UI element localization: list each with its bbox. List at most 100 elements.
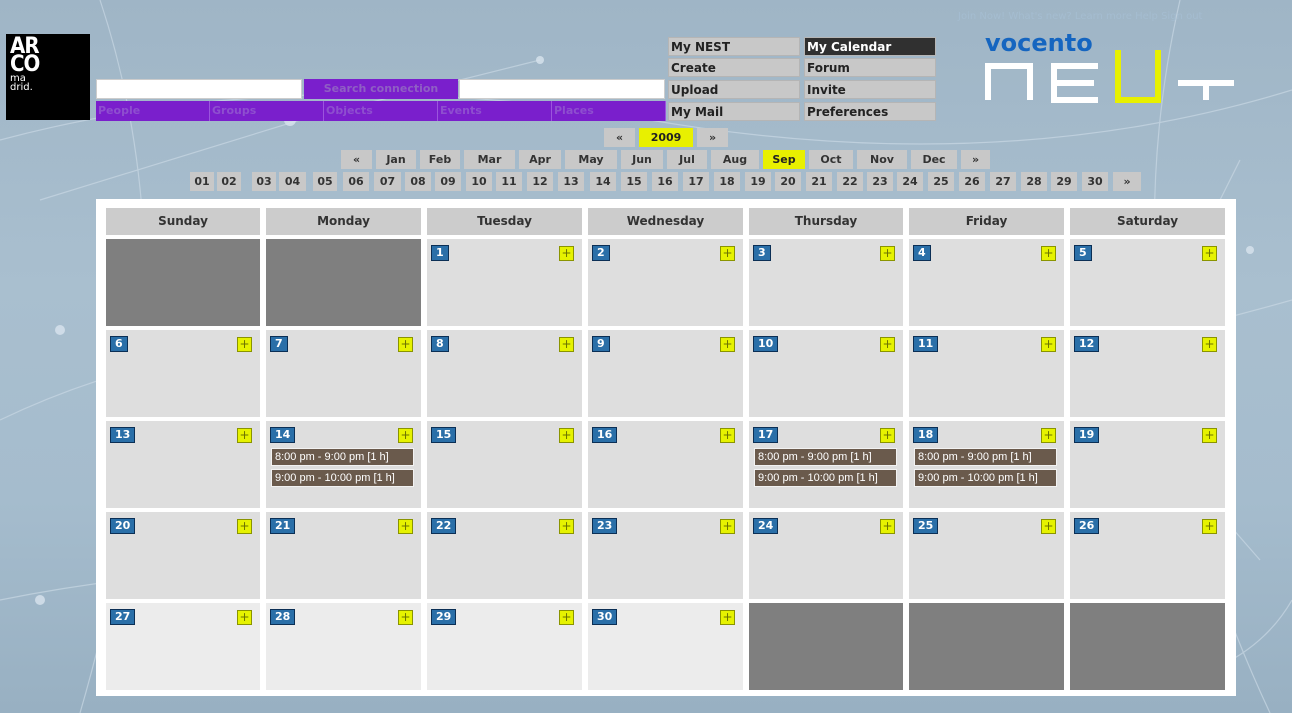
add-event-button[interactable]: + <box>398 519 413 534</box>
calendar-event[interactable]: 8:00 pm - 9:00 pm [1 h] <box>271 448 414 466</box>
day-link-08[interactable]: 08 <box>405 172 431 191</box>
calendar-day-cell[interactable]: 24 + <box>749 512 903 599</box>
add-event-button[interactable]: + <box>720 337 735 352</box>
add-event-button[interactable]: + <box>880 428 895 443</box>
day-number-badge[interactable]: 6 <box>110 336 128 352</box>
day-number-badge[interactable]: 2 <box>592 245 610 261</box>
add-event-button[interactable]: + <box>1041 428 1056 443</box>
month-jul[interactable]: Jul <box>667 150 707 169</box>
month-feb[interactable]: Feb <box>420 150 460 169</box>
day-number-badge[interactable]: 28 <box>270 609 296 625</box>
day-link-30[interactable]: 30 <box>1082 172 1108 191</box>
tab-places[interactable]: Places <box>552 101 666 121</box>
menu-my-calendar[interactable]: My Calendar <box>804 37 936 56</box>
day-next-button[interactable]: » <box>1113 172 1141 191</box>
calendar-day-cell[interactable]: 9 + <box>588 330 743 417</box>
add-event-button[interactable]: + <box>880 519 895 534</box>
add-event-button[interactable]: + <box>237 337 252 352</box>
search-input[interactable] <box>96 79 302 99</box>
day-link-01[interactable]: 01 <box>190 172 214 191</box>
day-link-14[interactable]: 14 <box>590 172 616 191</box>
add-event-button[interactable]: + <box>559 519 574 534</box>
day-link-18[interactable]: 18 <box>714 172 740 191</box>
add-event-button[interactable]: + <box>559 610 574 625</box>
menu-preferences[interactable]: Preferences <box>804 102 936 121</box>
calendar-day-cell[interactable]: 17 +8:00 pm - 9:00 pm [1 h] 9:00 pm - 10:0… <box>749 421 903 508</box>
day-number-badge[interactable]: 22 <box>431 518 457 534</box>
menu-my-mail[interactable]: My Mail <box>668 102 800 121</box>
calendar-day-cell[interactable]: 28 + <box>266 603 421 690</box>
calendar-day-cell[interactable]: 2 + <box>588 239 743 326</box>
menu-my-nest[interactable]: My NEST <box>668 37 800 56</box>
day-link-19[interactable]: 19 <box>745 172 771 191</box>
add-event-button[interactable]: + <box>1041 246 1056 261</box>
tab-groups[interactable]: Groups <box>210 101 324 121</box>
day-number-badge[interactable]: 7 <box>270 336 288 352</box>
day-link-26[interactable]: 26 <box>959 172 985 191</box>
day-number-badge[interactable]: 14 <box>270 427 296 443</box>
menu-forum[interactable]: Forum <box>804 58 936 77</box>
menu-invite[interactable]: Invite <box>804 80 936 99</box>
day-number-badge[interactable]: 11 <box>913 336 939 352</box>
day-link-02[interactable]: 02 <box>217 172 241 191</box>
day-link-25[interactable]: 25 <box>928 172 954 191</box>
day-number-badge[interactable]: 1 <box>431 245 449 261</box>
tab-events[interactable]: Events <box>438 101 552 121</box>
day-number-badge[interactable]: 16 <box>592 427 618 443</box>
tab-people[interactable]: People <box>96 101 210 121</box>
calendar-day-cell[interactable]: 18 +8:00 pm - 9:00 pm [1 h] 9:00 pm - 10:0… <box>909 421 1064 508</box>
calendar-day-cell[interactable]: 30 + <box>588 603 743 690</box>
day-number-badge[interactable]: 21 <box>270 518 296 534</box>
calendar-day-cell[interactable]: 8 + <box>427 330 582 417</box>
add-event-button[interactable]: + <box>559 246 574 261</box>
month-aug[interactable]: Aug <box>711 150 759 169</box>
month-may[interactable]: May <box>565 150 617 169</box>
add-event-button[interactable]: + <box>720 246 735 261</box>
menu-create[interactable]: Create <box>668 58 800 77</box>
day-link-23[interactable]: 23 <box>867 172 893 191</box>
add-event-button[interactable]: + <box>559 428 574 443</box>
calendar-day-cell[interactable]: 16 + <box>588 421 743 508</box>
add-event-button[interactable]: + <box>1041 519 1056 534</box>
calendar-event[interactable]: 8:00 pm - 9:00 pm [1 h] <box>754 448 897 466</box>
day-number-badge[interactable]: 3 <box>753 245 771 261</box>
calendar-day-cell[interactable]: 13 + <box>106 421 260 508</box>
month-next-button[interactable]: » <box>961 150 990 169</box>
month-prev-button[interactable]: « <box>341 150 372 169</box>
month-apr[interactable]: Apr <box>519 150 561 169</box>
day-number-badge[interactable]: 23 <box>592 518 618 534</box>
month-mar[interactable]: Mar <box>464 150 515 169</box>
day-link-03[interactable]: 03 <box>252 172 276 191</box>
calendar-day-cell[interactable]: 3 + <box>749 239 903 326</box>
day-number-badge[interactable]: 9 <box>592 336 610 352</box>
add-event-button[interactable]: + <box>880 246 895 261</box>
calendar-day-cell[interactable]: 14 +8:00 pm - 9:00 pm [1 h] 9:00 pm - 10:0… <box>266 421 421 508</box>
top-links[interactable]: Join Now! What's new? Learn more Help Si… <box>958 11 1202 22</box>
calendar-day-cell[interactable]: 23 + <box>588 512 743 599</box>
add-event-button[interactable]: + <box>720 610 735 625</box>
month-jun[interactable]: Jun <box>621 150 663 169</box>
calendar-event[interactable]: 9:00 pm - 10:00 pm [1 h] <box>754 469 897 487</box>
calendar-day-cell[interactable]: 4 + <box>909 239 1064 326</box>
arco-madrid-logo[interactable]: AR CO ma drid. <box>6 34 90 120</box>
add-event-button[interactable]: + <box>559 337 574 352</box>
add-event-button[interactable]: + <box>237 519 252 534</box>
calendar-day-cell[interactable]: 19 + <box>1070 421 1225 508</box>
calendar-day-cell[interactable]: 10 + <box>749 330 903 417</box>
calendar-day-cell[interactable]: 5 + <box>1070 239 1225 326</box>
calendar-event[interactable]: 8:00 pm - 9:00 pm [1 h] <box>914 448 1057 466</box>
month-dec[interactable]: Dec <box>911 150 957 169</box>
day-link-16[interactable]: 16 <box>652 172 678 191</box>
day-link-29[interactable]: 29 <box>1051 172 1077 191</box>
add-event-button[interactable]: + <box>398 428 413 443</box>
add-event-button[interactable]: + <box>237 428 252 443</box>
day-number-badge[interactable]: 20 <box>110 518 136 534</box>
calendar-day-cell[interactable]: 11 + <box>909 330 1064 417</box>
day-link-07[interactable]: 07 <box>374 172 401 191</box>
day-number-badge[interactable]: 27 <box>110 609 136 625</box>
year-next-button[interactable]: » <box>697 128 728 147</box>
calendar-day-cell[interactable]: 15 + <box>427 421 582 508</box>
day-link-27[interactable]: 27 <box>990 172 1016 191</box>
day-link-10[interactable]: 10 <box>466 172 492 191</box>
calendar-day-cell[interactable]: 29 + <box>427 603 582 690</box>
